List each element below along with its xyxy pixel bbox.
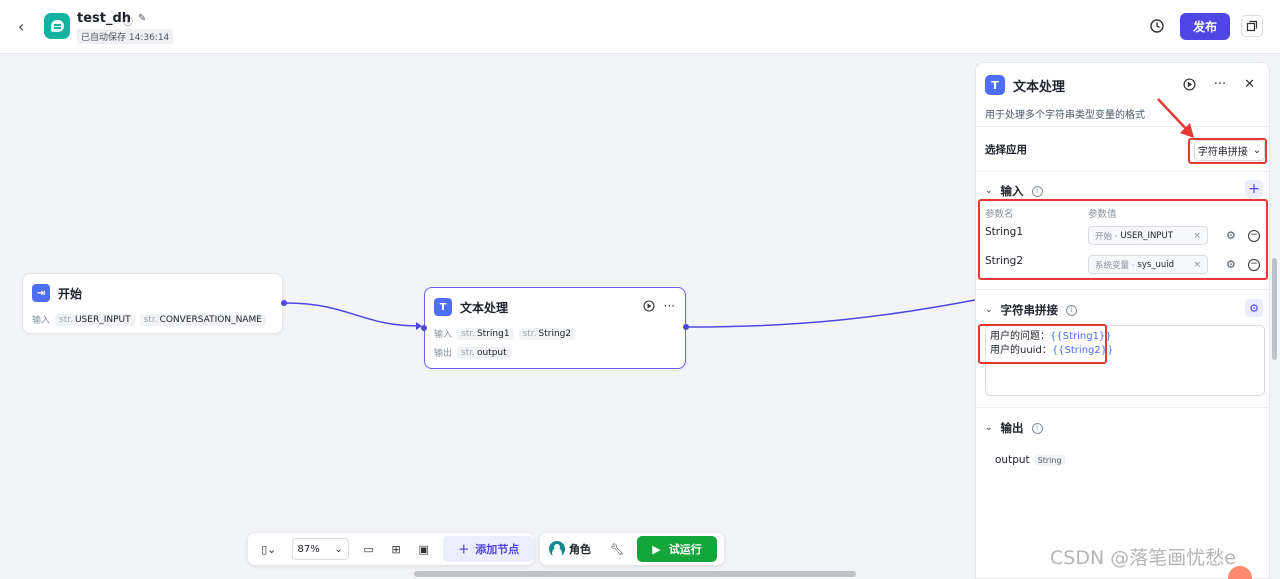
output-label: 输出 <box>434 349 453 359</box>
horizontal-scrollbar[interactable] <box>414 571 856 577</box>
panel-description: 用于处理多个字符串类型变量的格式 <box>985 110 1145 121</box>
zoom-select[interactable]: 87% ⌄ <box>291 538 349 560</box>
more-icon[interactable]: ··· <box>664 299 675 313</box>
var-tag: str. String2 <box>518 327 576 340</box>
info-icon: i <box>1031 422 1043 434</box>
run-node-icon[interactable] <box>1183 78 1196 91</box>
divider <box>976 289 1269 290</box>
var-tag: str. USER_INPUT <box>55 313 135 326</box>
panel-scrollbar[interactable] <box>1272 258 1277 360</box>
input-section-header[interactable]: ⌄ 输入 i <box>985 183 1043 199</box>
divider <box>976 126 1269 127</box>
add-param-button[interactable]: + <box>1245 180 1263 198</box>
text-output-port[interactable] <box>683 324 689 330</box>
concat-section-header[interactable]: ⌄ 字符串拼接 i <box>985 302 1078 318</box>
text-node-inputs: 输入 str. String1 str. String2 <box>434 327 576 340</box>
run-node-icon[interactable] <box>642 300 655 312</box>
start-node-inputs: 输入 str. USER_INPUT str. CONVERSATION_NAME <box>32 313 266 326</box>
start-node[interactable]: ⇥ 开始 输入 str. USER_INPUT str. CONVERSATION_… <box>22 273 283 334</box>
chevron-down-icon: ⌄ <box>985 305 993 315</box>
start-output-port[interactable] <box>281 300 287 306</box>
play-icon: ▶ <box>652 542 661 556</box>
input-label: 输入 <box>434 330 453 340</box>
add-node-button[interactable]: ＋添加节点 <box>443 536 535 562</box>
chevron-down-icon: ⌄ <box>985 423 993 433</box>
divider <box>976 407 1269 408</box>
more-icon[interactable]: ··· <box>1214 77 1226 92</box>
minimap-icon[interactable]: ▣ <box>410 538 438 560</box>
text-node-icon: T <box>434 298 452 316</box>
text-node-outputs: 输出 str. output <box>434 346 511 359</box>
close-icon[interactable]: ✕ <box>1244 77 1255 92</box>
start-node-icon: ⇥ <box>32 284 50 302</box>
text-process-node[interactable]: T 文本处理 ··· 输入 str. String1 str. String2 输出… <box>424 287 686 369</box>
edge-start-to-text <box>284 302 421 327</box>
var-tag: str. CONVERSATION_NAME <box>139 313 266 326</box>
run-toolbar: 角色 🔧︎ ▶ 试运行 <box>540 533 724 565</box>
canvas-toolbar: ▯⌄ 87% ⌄ ▭ ⊞ ▣ ＋添加节点 <box>248 533 535 565</box>
text-node-icon: T <box>985 75 1005 95</box>
template-settings-button[interactable]: ⚙ <box>1245 299 1263 317</box>
edge-text-to-next <box>687 299 976 328</box>
test-run-button[interactable]: ▶ 试运行 <box>637 536 717 562</box>
text-node-title: 文本处理 <box>460 300 509 315</box>
mouse-mode-icon[interactable]: ▯⌄ <box>254 538 284 560</box>
panel-title: 文本处理 <box>1013 79 1066 95</box>
start-node-title: 开始 <box>58 286 83 301</box>
highlight-box-template <box>978 324 1107 364</box>
avatar <box>549 541 565 557</box>
red-arrow-icon <box>1157 98 1194 138</box>
chevron-down-icon: ⌄ <box>334 543 343 555</box>
type-badge: String <box>1034 454 1065 466</box>
plus-icon: ＋ <box>458 543 470 556</box>
highlight-box-inputs <box>978 199 1268 280</box>
output-section-header[interactable]: ⌄ 输出 i <box>985 420 1043 436</box>
info-icon: i <box>1066 304 1078 316</box>
var-tag: str. output <box>457 346 511 359</box>
input-label: 输入 <box>32 316 51 326</box>
chevron-down-icon: ⌄ <box>985 186 993 196</box>
divider <box>976 171 1269 172</box>
select-app-label: 选择应用 <box>985 144 1027 156</box>
var-tag: str. String1 <box>457 327 514 340</box>
comment-icon[interactable]: ▭ <box>355 538 383 560</box>
layout-icon[interactable]: ⊞ <box>382 538 410 560</box>
wrench-icon[interactable]: 🔧︎ <box>603 538 631 560</box>
role-button[interactable]: 角色 <box>549 541 591 557</box>
info-icon: i <box>1031 185 1043 197</box>
text-input-port[interactable] <box>421 325 427 331</box>
watermark: CSDN @落笔画忧愁e <box>1050 547 1236 569</box>
output-variable: output String <box>995 454 1065 466</box>
